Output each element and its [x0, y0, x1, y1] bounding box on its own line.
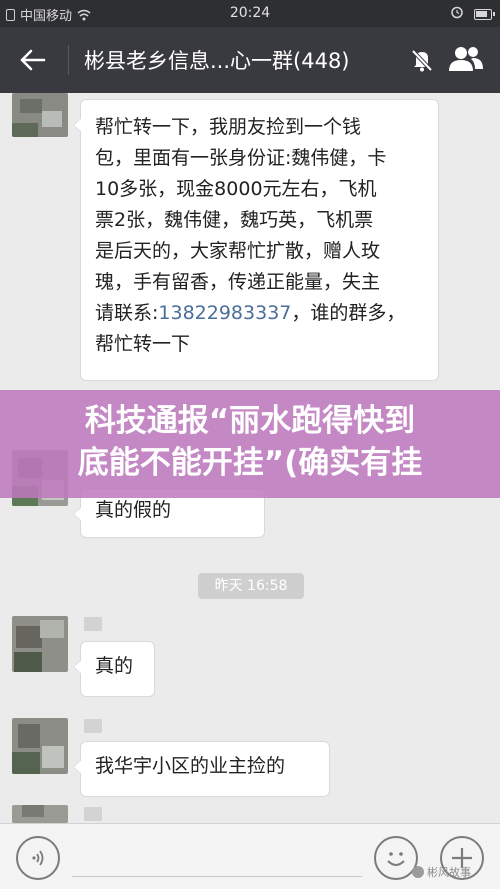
message-line: 包，里面有一张身份证:魏伟健，卡: [95, 147, 387, 169]
watermark: 彬风故事: [412, 864, 471, 880]
message-timestamp: 昨天 16:58: [198, 573, 304, 599]
sender-avatar[interactable]: [12, 616, 68, 672]
group-members-icon: [449, 47, 483, 71]
voice-input-button[interactable]: [16, 836, 60, 880]
message-text: 真的假的: [95, 499, 172, 521]
banner-headline: 科技通报“丽水跑得快到 底能不能开挂”(确实有挂: [0, 400, 500, 484]
header-divider: [68, 45, 69, 75]
message-line: 请联系:13822983337，谁的群多，: [95, 298, 424, 329]
message-bubble[interactable]: 我华宇小区的业主捡的: [73, 741, 330, 797]
battery-icon: [474, 8, 495, 20]
mute-notification-icon: [408, 46, 436, 74]
message-line: 是后天的，大家帮忙扩散，赠人玫: [95, 240, 381, 262]
banner-line-2: 底能不能开挂”(确实有挂: [77, 445, 423, 481]
sender-name: [84, 807, 102, 821]
message-line: 帮忙转一下: [95, 333, 191, 355]
contact-suffix: ，谁的群多，: [291, 302, 406, 324]
message-line: 帮忙转一下，我朋友捡到一个钱: [95, 116, 362, 138]
message-line: 票2张，魏伟健，魏巧英，飞机票: [95, 209, 374, 231]
alarm-clock-icon: [450, 5, 464, 23]
status-bar: 中国移动 20:24: [0, 0, 500, 27]
message-line: 瑰，手有留香，传递正能量，失主: [95, 271, 381, 293]
message-bubble[interactable]: 帮忙转一下，我朋友捡到一个钱 包，里面有一张身份证:魏伟健，卡 10多张，现金8…: [73, 99, 439, 381]
chat-title: 彬县老乡信息...心一群(448): [84, 49, 350, 73]
sender-avatar[interactable]: [12, 93, 68, 137]
back-arrow-icon: [20, 49, 46, 71]
watermark-logo-icon: [412, 866, 424, 878]
overlay-banner: 科技通报“丽水跑得快到 底能不能开挂”(确实有挂: [0, 390, 500, 498]
contact-prefix: 请联系:: [95, 302, 159, 324]
status-time: 20:24: [229, 5, 271, 21]
voice-icon: [32, 850, 44, 866]
emoji-icon: [387, 852, 405, 866]
message-line: 10多张，现金8000元左右，飞机: [95, 178, 377, 200]
chat-input-bar: 彬风故事: [0, 823, 500, 889]
sender-avatar[interactable]: [12, 718, 68, 774]
message-bubble[interactable]: 真的: [73, 641, 155, 697]
watermark-text: 彬风故事: [427, 866, 471, 879]
banner-line-1: 科技通报“丽水跑得快到: [84, 403, 416, 439]
sender-name: [84, 719, 102, 733]
phone-number-link[interactable]: 13822983337: [158, 302, 291, 324]
group-members-button[interactable]: [447, 44, 485, 74]
message-input[interactable]: [72, 876, 362, 877]
message-text: 真的: [95, 655, 134, 677]
sender-name: [84, 617, 102, 631]
status-right: [450, 5, 495, 23]
back-button[interactable]: [16, 43, 50, 77]
chat-header: 彬县老乡信息...心一群(448): [0, 27, 500, 93]
sender-avatar[interactable]: [12, 805, 68, 823]
message-text: 我华宇小区的业主捡的: [95, 755, 286, 777]
